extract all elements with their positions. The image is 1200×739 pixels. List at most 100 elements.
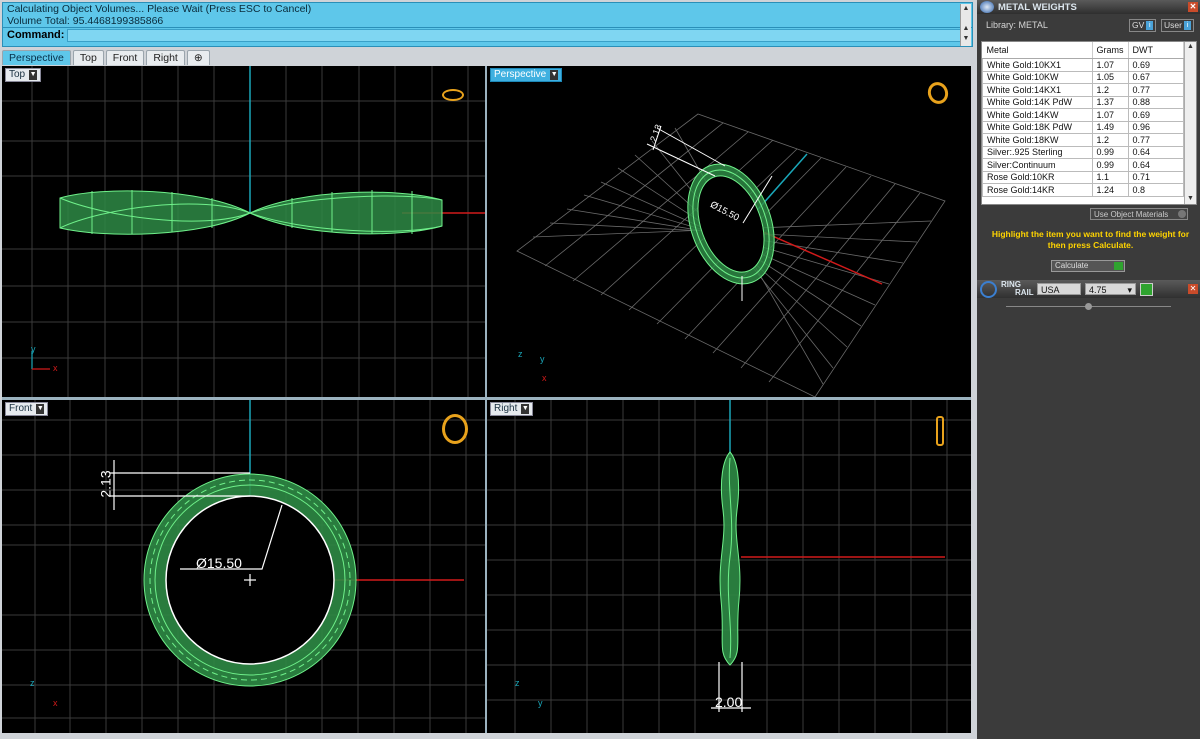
ring-standard-select[interactable]: USA bbox=[1037, 283, 1081, 295]
dwt-cell: 0.64 bbox=[1127, 146, 1184, 159]
command-area: Calculating Object Volumes... Please Wai… bbox=[2, 2, 973, 47]
axis-label-x: x bbox=[53, 698, 58, 708]
metal-name-cell: Silver:Continuum bbox=[982, 158, 1093, 172]
viewport-label-right[interactable]: Right ▼ bbox=[490, 402, 534, 416]
dwt-cell: 0.64 bbox=[1127, 158, 1184, 172]
user-toggle[interactable]: User i bbox=[1161, 19, 1194, 32]
table-row[interactable]: Rose Gold:14KR 1.24 0.8 bbox=[982, 183, 1184, 197]
chevron-down-icon[interactable]: ▼ bbox=[521, 404, 530, 414]
viewport-front[interactable]: Front ▼ 2.13 Ø15.50 z x bbox=[2, 400, 485, 733]
dwt-cell: 0.88 bbox=[1127, 96, 1184, 109]
ring-wireframe-right bbox=[719, 451, 741, 666]
info-icon: i bbox=[1183, 21, 1191, 30]
use-object-materials-toggle[interactable]: Use Object Materials bbox=[1090, 208, 1188, 220]
apply-ring-size-button[interactable] bbox=[1140, 282, 1153, 296]
grams-cell: 1.07 bbox=[1091, 108, 1129, 122]
command-scrollbar[interactable]: ▲ ▲ ▼ bbox=[960, 4, 971, 46]
metal-name-cell: White Gold:10KX1 bbox=[982, 58, 1093, 72]
calculate-button[interactable]: Calculate bbox=[1051, 260, 1125, 272]
metal-name-cell: White Gold:14KX1 bbox=[982, 83, 1093, 97]
viewport-label-front[interactable]: Front ▼ bbox=[5, 402, 49, 416]
viewport-label-top[interactable]: Top ▼ bbox=[5, 68, 42, 82]
status-line: Calculating Object Volumes... Please Wai… bbox=[7, 3, 312, 15]
instruction-hint: Highlight the item you want to find the … bbox=[991, 229, 1190, 250]
column-header-dwt[interactable]: DWT bbox=[1128, 42, 1184, 59]
info-icon: i bbox=[1146, 21, 1154, 30]
ring-size-select[interactable]: 4.75 ▾ bbox=[1085, 283, 1136, 295]
library-row: Library: METAL GV i User i bbox=[977, 14, 1200, 36]
grams-cell: 1.49 bbox=[1091, 121, 1129, 134]
dimension-thickness-label: 2.13 bbox=[97, 470, 114, 498]
chevron-down-icon: ▾ bbox=[1127, 285, 1132, 295]
metal-weights-title: METAL WEIGHTS bbox=[998, 1, 1077, 13]
dwt-cell: 0.77 bbox=[1127, 133, 1184, 147]
tab-top[interactable]: Top bbox=[72, 50, 104, 65]
column-header-metal[interactable]: Metal bbox=[982, 42, 1093, 59]
volume-total-line: Volume Total: 95.4468199385866 bbox=[7, 15, 164, 27]
viewport-label-perspective[interactable]: Perspective ▼ bbox=[490, 68, 563, 82]
chevron-down-icon[interactable]: ▼ bbox=[550, 70, 559, 80]
top-view-canvas bbox=[2, 66, 485, 397]
grams-cell: 1.37 bbox=[1091, 96, 1129, 109]
axis-label-y: y bbox=[31, 344, 36, 354]
tab-add-viewport[interactable]: ⊕ bbox=[186, 50, 210, 65]
ring-icon bbox=[442, 414, 468, 444]
table-row[interactable]: White Gold:14K PdW 1.37 0.88 bbox=[982, 96, 1184, 109]
viewport-splitter-horizontal[interactable] bbox=[2, 397, 971, 400]
grams-cell: 1.2 bbox=[1091, 133, 1129, 147]
tab-right[interactable]: Right bbox=[146, 50, 185, 65]
command-input[interactable] bbox=[67, 28, 962, 42]
metal-name-cell: Silver:.925 Sterling bbox=[982, 146, 1093, 159]
table-header-row: Metal Grams DWT bbox=[982, 42, 1184, 59]
grams-cell: 1.1 bbox=[1091, 171, 1129, 184]
command-line[interactable]: Command: bbox=[3, 27, 972, 42]
axis-label-x: x bbox=[53, 363, 58, 373]
column-header-grams[interactable]: Grams bbox=[1092, 42, 1129, 59]
dwt-cell: 0.69 bbox=[1127, 58, 1184, 72]
table-row[interactable]: White Gold:10KW 1.05 0.67 bbox=[982, 71, 1184, 84]
table-row[interactable]: White Gold:14KX1 1.2 0.77 bbox=[982, 83, 1184, 97]
chevron-down-icon[interactable]: ▼ bbox=[36, 404, 45, 414]
ring-wireframe-perspective bbox=[687, 163, 775, 285]
ring-icon bbox=[442, 89, 464, 101]
table-row[interactable]: White Gold:18KW 1.2 0.77 bbox=[982, 133, 1184, 147]
viewport-right[interactable]: Right ▼ 2.00 z y bbox=[487, 400, 971, 733]
dimension-width-label: 2.00 bbox=[715, 694, 743, 710]
axis-label-y: y bbox=[540, 354, 545, 364]
chevron-down-icon[interactable]: ▼ bbox=[29, 70, 38, 80]
axis-label-y: y bbox=[538, 698, 543, 708]
right-view-canvas bbox=[487, 400, 971, 733]
tab-perspective[interactable]: Perspective bbox=[2, 50, 71, 65]
dwt-cell: 0.8 bbox=[1127, 183, 1184, 197]
panel-resize-slider[interactable] bbox=[1006, 303, 1171, 310]
table-row[interactable]: White Gold:10KX1 1.07 0.69 bbox=[982, 58, 1184, 72]
grams-cell: 0.99 bbox=[1091, 146, 1129, 159]
table-row[interactable]: White Gold:18K PdW 1.49 0.96 bbox=[982, 121, 1184, 134]
gv-toggle[interactable]: GV i bbox=[1129, 19, 1157, 32]
command-prompt: Command: bbox=[7, 29, 65, 41]
grams-cell: 1.2 bbox=[1091, 83, 1129, 97]
grams-cell: 0.99 bbox=[1091, 158, 1129, 172]
metal-name-cell: White Gold:14KW bbox=[982, 108, 1093, 122]
axis-label-z: z bbox=[518, 349, 523, 359]
tab-front[interactable]: Front bbox=[105, 50, 145, 65]
viewport-tabs: Perspective Top Front Right ⊕ bbox=[2, 50, 210, 66]
front-view-canvas bbox=[2, 400, 485, 733]
slider-knob[interactable] bbox=[1085, 303, 1092, 310]
metal-weights-panel: METAL WEIGHTS ✕ Library: METAL GV i User i… bbox=[977, 0, 1200, 739]
close-icon[interactable]: ✕ bbox=[1188, 284, 1198, 294]
table-row[interactable]: Rose Gold:10KR 1.1 0.71 bbox=[982, 171, 1184, 184]
close-icon[interactable]: ✕ bbox=[1188, 2, 1198, 12]
dwt-cell: 0.69 bbox=[1127, 108, 1184, 122]
table-row[interactable]: White Gold:14KW 1.07 0.69 bbox=[982, 108, 1184, 122]
library-label: Library: METAL bbox=[986, 20, 1048, 30]
viewport-perspective[interactable]: Perspective ▼ 2.13 Ø15.50 z y x bbox=[487, 66, 971, 397]
table-row[interactable]: Silver:.925 Sterling 0.99 0.64 bbox=[982, 146, 1184, 159]
metal-table[interactable]: Metal Grams DWT White Gold:10KX1 1.07 0.69… bbox=[981, 41, 1197, 205]
viewport-top[interactable]: Top ▼ y x bbox=[2, 66, 485, 397]
table-row[interactable]: Silver:Continuum 0.99 0.64 bbox=[982, 158, 1184, 172]
grams-cell: 1.07 bbox=[1091, 58, 1129, 72]
table-scrollbar[interactable]: ▲ ▼ bbox=[1184, 42, 1196, 204]
axis-label-z: z bbox=[515, 678, 520, 688]
ring-wireframe-top bbox=[59, 190, 443, 235]
